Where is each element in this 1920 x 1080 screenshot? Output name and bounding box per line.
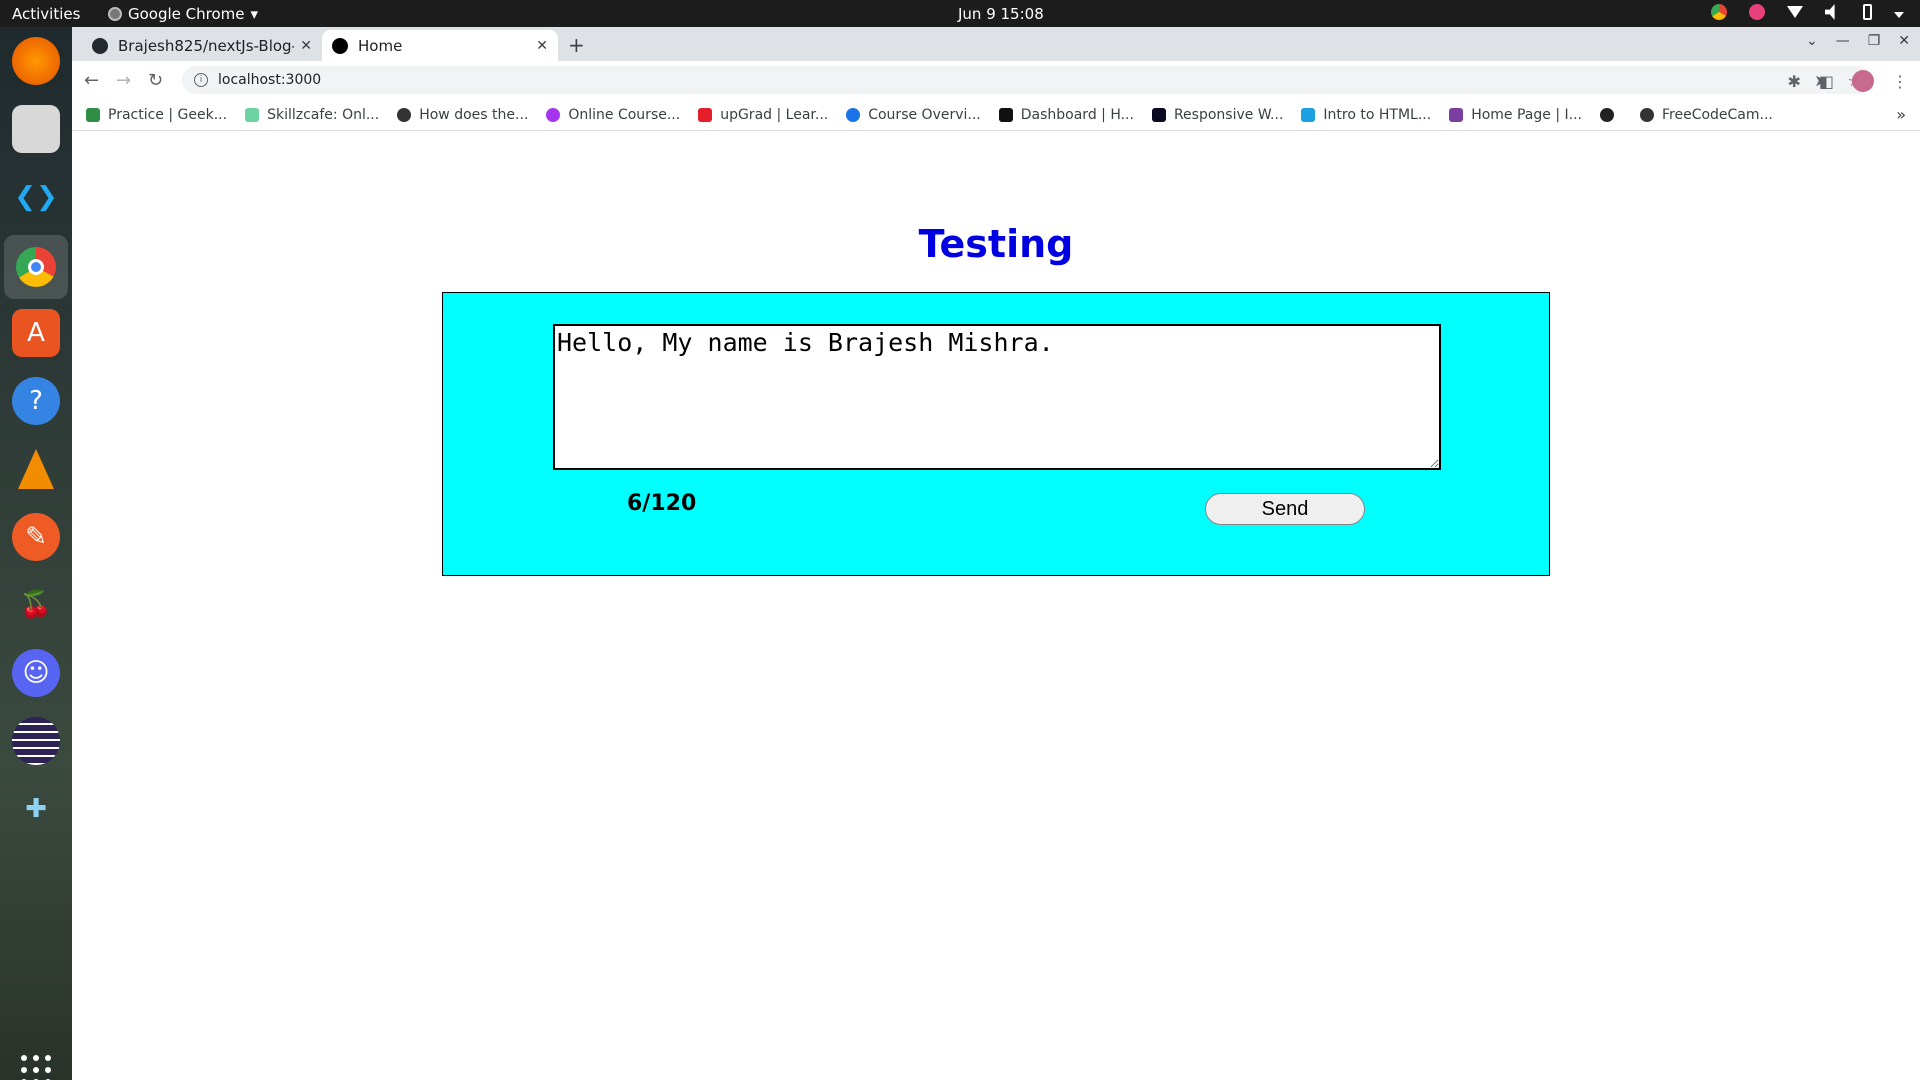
show-apps-icon[interactable] (21, 1055, 51, 1080)
bookmark-item[interactable]: upGrad | Lear... (698, 107, 828, 123)
clock[interactable]: Jun 9 15:08 (958, 5, 1044, 23)
new-tab-button[interactable]: + (568, 33, 585, 57)
chevron-down-icon: ▾ (250, 5, 259, 23)
bookmark-favicon-icon (998, 107, 1013, 122)
github-icon (92, 37, 108, 54)
paint-tray-icon[interactable] (1749, 4, 1765, 20)
web-page: Testing Hello, My name is Brajesh Mishra… (72, 132, 1920, 1080)
bookmark-favicon-icon (86, 107, 100, 122)
activities-button[interactable]: Activities (12, 5, 80, 23)
page-title: Testing (918, 222, 1074, 266)
bookmark-item[interactable]: Practice | Geek... (86, 107, 227, 123)
restore-icon[interactable]: ❐ (1868, 33, 1881, 49)
help-icon[interactable]: ? (12, 377, 60, 425)
software-store-icon[interactable]: A (12, 309, 60, 357)
address-bar[interactable]: i localhost:3000 ➤ ☆ (182, 66, 1872, 94)
bookmark-item[interactable] (1599, 107, 1622, 122)
more-bookmarks-button[interactable]: » (1896, 105, 1906, 124)
url-text: localhost:3000 (218, 72, 322, 88)
app-menu[interactable]: Google Chrome ▾ (108, 5, 258, 23)
system-top-bar: Activities Google Chrome ▾ Jun 9 15:08 (0, 0, 1920, 27)
window-controls: ⌄ — ❐ ✕ (1806, 33, 1910, 49)
bookmark-favicon-icon (1599, 107, 1614, 122)
bookmark-favicon-icon (1301, 107, 1316, 122)
gamepad-icon[interactable]: ✚ (12, 785, 60, 833)
cherry-icon[interactable]: 🍒 (12, 581, 60, 629)
chrome-logo-icon (16, 247, 56, 287)
tab-github[interactable]: Brajesh825/nextJs-Blog- ✕ (82, 30, 322, 61)
profile-avatar[interactable] (1852, 70, 1874, 92)
bookmark-item[interactable]: How does the... (397, 107, 528, 123)
chrome-tray-icon[interactable] (1711, 4, 1727, 20)
bookmark-favicon-icon (1449, 107, 1464, 122)
tab-strip: Brajesh825/nextJs-Blog- ✕ Home ✕ + ⌄ — ❐… (72, 27, 1920, 61)
side-panel-icon[interactable]: ◧ (1819, 72, 1834, 91)
nextjs-icon (332, 37, 348, 54)
system-tray[interactable] (1711, 4, 1904, 20)
files-icon[interactable] (12, 105, 60, 153)
minimize-icon[interactable]: — (1836, 33, 1850, 49)
message-panel: Hello, My name is Brajesh Mishra. 6/120 … (442, 292, 1550, 576)
extensions-icon[interactable]: ✱ (1787, 72, 1800, 91)
app-menu-label: Google Chrome (128, 5, 245, 23)
vlc-icon[interactable] (12, 445, 60, 493)
bookmark-favicon-icon (698, 107, 713, 122)
message-textarea[interactable]: Hello, My name is Brajesh Mishra. (553, 324, 1441, 470)
volume-icon[interactable] (1825, 4, 1835, 20)
forward-icon[interactable]: → (116, 70, 131, 91)
tab-search-icon[interactable]: ⌄ (1806, 33, 1818, 49)
battery-icon[interactable] (1863, 4, 1872, 20)
chrome-icon[interactable] (4, 235, 68, 299)
bookmark-favicon-icon (245, 107, 260, 122)
tab-title: Brajesh825/nextJs-Blog- (118, 36, 295, 55)
eclipse-icon[interactable] (12, 717, 60, 765)
vscode-icon[interactable]: ❮❯ (12, 173, 60, 221)
dock: ❮❯ A ? ✎ 🍒 ☺ ✚ (0, 27, 72, 1080)
tab-title: Home (358, 36, 403, 55)
firefox-icon[interactable] (12, 37, 60, 85)
reload-icon[interactable]: ↻ (148, 70, 163, 91)
close-icon[interactable]: ✕ (300, 38, 312, 54)
browser-window: Brajesh825/nextJs-Blog- ✕ Home ✕ + ⌄ — ❐… (72, 27, 1920, 1080)
power-dropdown-icon[interactable] (1894, 12, 1904, 18)
bookmark-item[interactable]: FreeCodeCam... (1639, 107, 1773, 123)
close-icon[interactable]: ✕ (536, 38, 548, 54)
bookmark-item[interactable]: Responsive W... (1151, 107, 1283, 123)
send-button[interactable]: Send (1205, 493, 1365, 525)
bookmark-favicon-icon (846, 107, 861, 122)
bookmark-item[interactable]: Home Page | I... (1449, 107, 1582, 123)
more-menu-icon[interactable]: ⋮ (1892, 72, 1908, 91)
bookmark-item[interactable]: Dashboard | H... (998, 107, 1134, 123)
bookmark-item[interactable]: Skillzcafe: Onl... (245, 107, 379, 123)
back-icon[interactable]: ← (84, 70, 99, 91)
bookmark-favicon-icon (546, 107, 561, 122)
bookmarks-bar: Practice | Geek... Skillzcafe: Onl... Ho… (72, 99, 1920, 131)
discord-icon[interactable]: ☺ (12, 649, 60, 697)
bookmark-favicon-icon (1639, 107, 1654, 122)
bookmark-favicon-icon (1151, 107, 1166, 122)
bookmark-item[interactable]: Online Course... (546, 107, 680, 123)
bookmark-item[interactable]: Course Overvi... (846, 107, 981, 123)
tab-home[interactable]: Home ✕ (322, 30, 558, 61)
wifi-icon[interactable] (1787, 6, 1803, 18)
site-info-icon[interactable]: i (194, 73, 208, 87)
close-window-icon[interactable]: ✕ (1898, 33, 1910, 49)
browser-toolbar: ← → ↻ i localhost:3000 ➤ ☆ ✱ ◧ ⋮ (72, 61, 1920, 99)
bookmark-favicon-icon (397, 107, 412, 122)
postman-icon[interactable]: ✎ (12, 513, 60, 561)
chrome-app-icon (108, 7, 122, 21)
character-counter: 6/120 (627, 491, 697, 516)
bookmark-item[interactable]: Intro to HTML... (1301, 107, 1431, 123)
